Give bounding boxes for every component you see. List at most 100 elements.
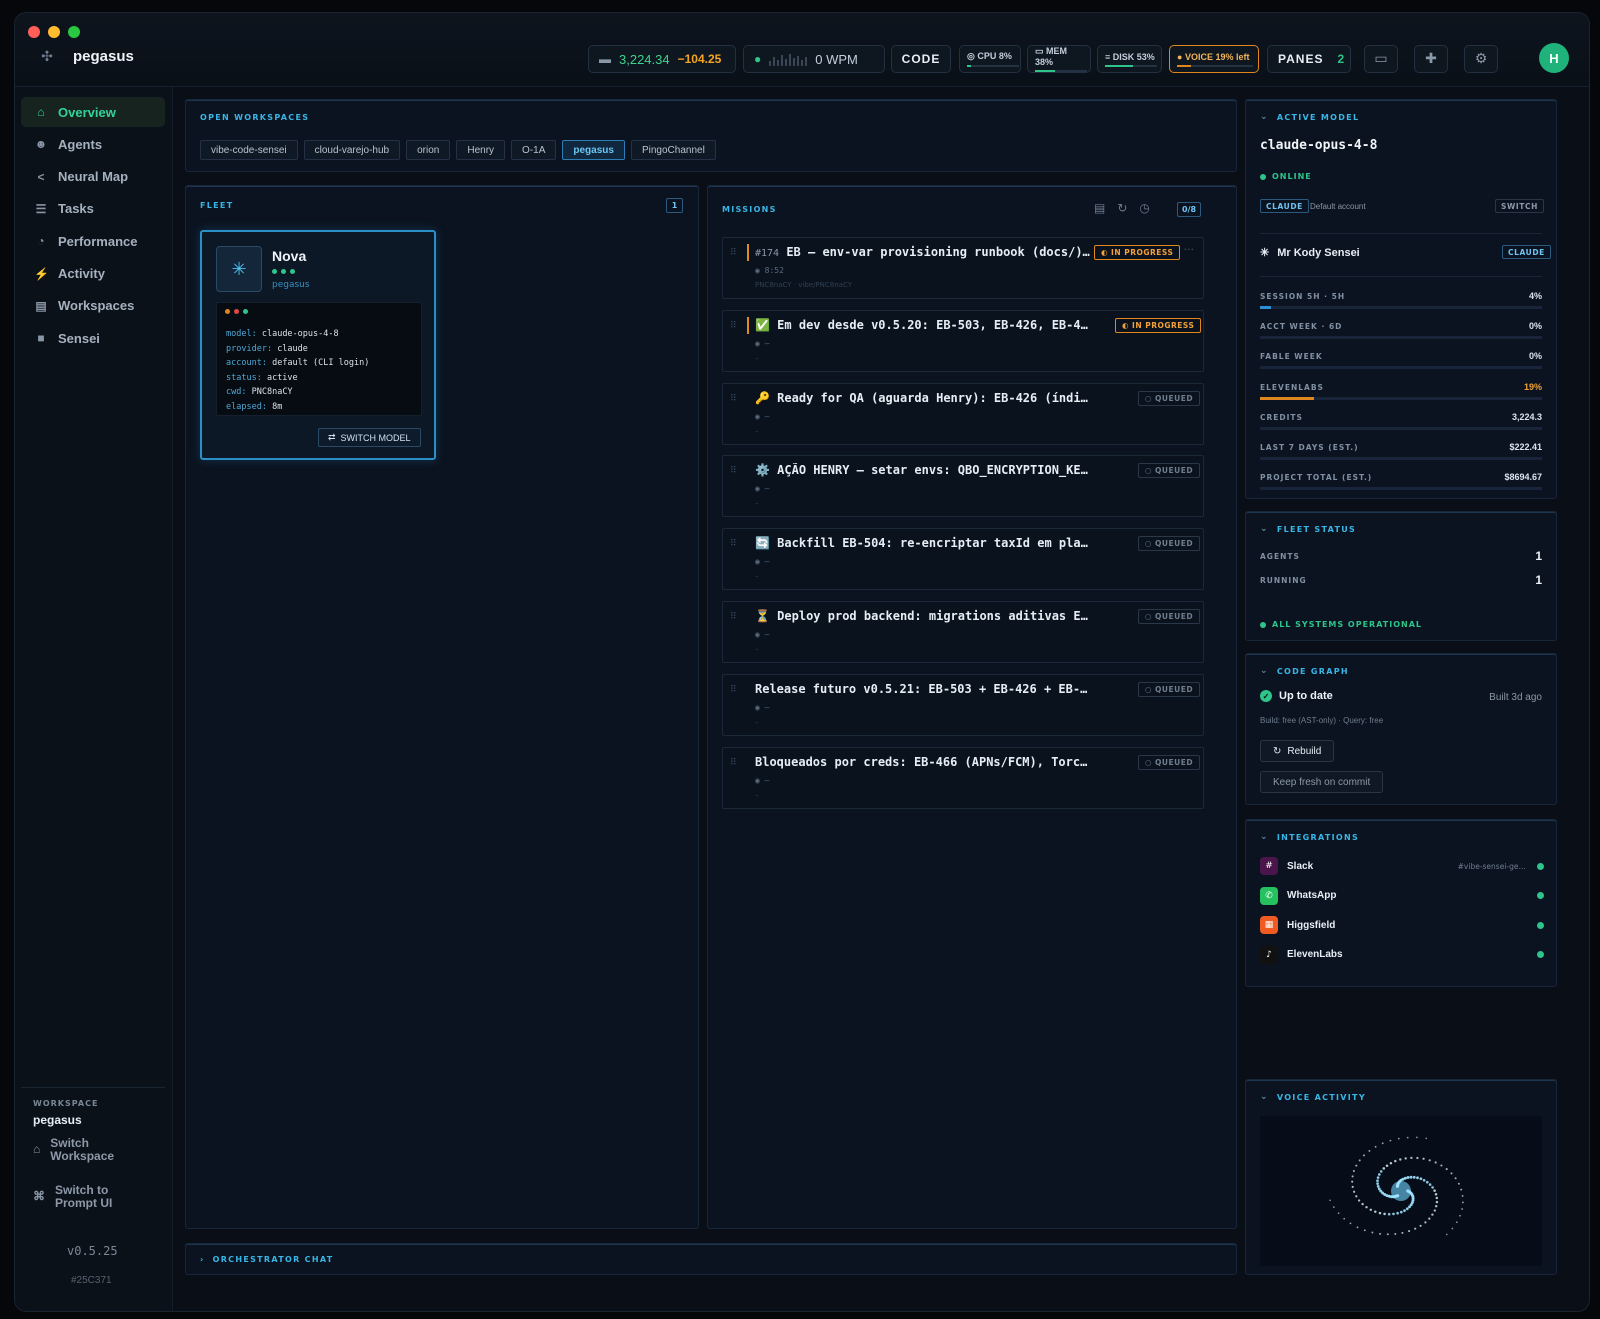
- orchestrator-chat-bar[interactable]: › ORCHESTRATOR CHAT: [185, 1243, 1237, 1275]
- term-status: active: [266, 372, 298, 383]
- switch-account-button[interactable]: SWITCH: [1495, 199, 1544, 213]
- drag-handle-icon[interactable]: ⠿: [730, 248, 737, 258]
- fleet-panel: FLEET 1 ✳ Nova pegasus model: claude-opu…: [185, 185, 699, 1229]
- close-window-button[interactable]: [28, 26, 40, 38]
- sidebar-item-sensei[interactable]: ■ Sensei: [21, 323, 165, 353]
- keep-fresh-button[interactable]: Keep fresh on commit: [1260, 771, 1384, 793]
- galaxy-particle: [1428, 1183, 1432, 1186]
- tab-henry[interactable]: Henry: [456, 140, 506, 160]
- wpm-chip[interactable]: ● 0 WPM: [743, 45, 885, 73]
- active-model-header[interactable]: ⌄ ACTIVE MODEL: [1260, 112, 1359, 122]
- drag-handle-icon[interactable]: ⠿: [730, 466, 737, 476]
- integration-elevenlabs[interactable]: ♪ ElevenLabs: [1260, 945, 1544, 965]
- switch-prompt-ui-button[interactable]: ⌘ Switch to Prompt UI: [33, 1184, 112, 1210]
- divider: [1260, 276, 1542, 277]
- chevron-down-icon: ⌄: [1260, 1092, 1269, 1102]
- voice-activity-header[interactable]: ⌄ VOICE ACTIVITY: [1260, 1092, 1366, 1102]
- move-icon[interactable]: ✣: [39, 49, 55, 65]
- galaxy-particle: [1440, 1164, 1443, 1167]
- drag-handle-icon[interactable]: ⠿: [730, 539, 737, 549]
- tab-vibe-code-sensei[interactable]: vibe-code-sensei: [200, 140, 298, 160]
- panes-button[interactable]: PANES 2: [1267, 45, 1351, 73]
- mission-card[interactable]: ⠿ #174 EB — env-var provisioning runbook …: [722, 237, 1204, 299]
- switch-model-button[interactable]: ⇄ SWITCH MODEL: [318, 428, 421, 447]
- integration-whatsapp[interactable]: ✆ WhatsApp: [1260, 886, 1544, 906]
- integration-slack[interactable]: # Slack #vibe-sensei-ge…: [1260, 856, 1544, 876]
- mission-number: #174: [755, 248, 780, 259]
- galaxy-particle: [1392, 1212, 1395, 1216]
- galaxy-particle: [1368, 1149, 1371, 1152]
- sidebar-item-label: Tasks: [58, 201, 94, 217]
- mission-card[interactable]: ⠿ ✅ Em dev desde v0.5.20: EB-503, EB-426,…: [722, 309, 1204, 372]
- mission-meta: ◉ –: [755, 412, 769, 421]
- agent-card[interactable]: ✳ Nova pegasus model: claude-opus-4-8 pr…: [200, 230, 436, 460]
- rebuild-button[interactable]: ↻ Rebuild: [1260, 740, 1335, 762]
- mission-title-text: 🔑 Ready for QA (aguarda Henry): EB-426 (…: [755, 390, 1093, 405]
- drag-handle-icon[interactable]: ⠿: [730, 758, 737, 768]
- fleet-count: 1: [666, 198, 683, 213]
- tab-pingochannel[interactable]: PingoChannel: [630, 140, 716, 160]
- code-graph-header[interactable]: ⌄ CODE GRAPH: [1260, 666, 1349, 676]
- maximize-window-button[interactable]: [68, 26, 80, 38]
- switch-prompt-label: Switch to Prompt UI: [55, 1183, 113, 1210]
- mission-meta-value: 8:52: [764, 266, 784, 275]
- integration-higgsfield[interactable]: ▦ Higgsfield: [1260, 915, 1544, 935]
- mission-card[interactable]: ⠿ Bloqueados por creds: EB-466 (APNs/FCM)…: [722, 746, 1204, 809]
- galaxy-particle: [1387, 1212, 1391, 1216]
- monitor-icon[interactable]: ▭: [1364, 45, 1398, 73]
- chevron-down-icon: ⌄: [1260, 524, 1269, 534]
- galaxy-particle: [1408, 1205, 1411, 1209]
- integration-name: WhatsApp: [1287, 890, 1337, 901]
- sidebar-item-performance[interactable]: ◔ Performance: [21, 226, 165, 256]
- puzzle-icon[interactable]: ✚: [1414, 45, 1448, 73]
- tab-orion[interactable]: orion: [406, 140, 451, 160]
- cpu-meter: ◎ CPU 8%: [959, 45, 1021, 73]
- sidebar-item-tasks[interactable]: ☰ Tasks: [21, 194, 165, 224]
- app-version: v0.5.25: [67, 1244, 118, 1258]
- active-model-panel: ⌄ ACTIVE MODEL claude-opus-4-8 ONLINE CLA…: [1245, 99, 1557, 499]
- tab-pegasus[interactable]: pegasus: [562, 140, 625, 160]
- galaxy-particle: [1351, 1185, 1354, 1188]
- sidebar-item-agents[interactable]: ☻ Agents: [21, 129, 165, 159]
- mission-card[interactable]: ⠿ Release futuro v0.5.21: EB-503 + EB-426…: [722, 673, 1204, 736]
- voice-meter[interactable]: ● VOICE 19% left: [1169, 45, 1259, 73]
- mission-card[interactable]: ⠿ ⏳ Deploy prod backend: migrations aditi…: [722, 601, 1204, 663]
- usage-fill: [1260, 306, 1272, 309]
- sidebar-item-neural-map[interactable]: < Neural Map: [21, 162, 165, 192]
- sidebar-item-overview[interactable]: ⌂ Overview: [21, 97, 165, 127]
- usage-value: 0%: [1528, 321, 1542, 332]
- sidebar-item-activity[interactable]: ⚡ Activity: [21, 259, 165, 289]
- mission-meta: ◉ –: [755, 484, 769, 493]
- gear-icon[interactable]: ⚙: [1464, 45, 1498, 73]
- galaxy-particle: [1352, 1169, 1355, 1173]
- galaxy-particle: [1371, 1231, 1374, 1234]
- integrations-header[interactable]: ⌄ INTEGRATIONS: [1260, 832, 1359, 842]
- tab-cloud-varejo-hub[interactable]: cloud-varejo-hub: [303, 140, 401, 160]
- drag-handle-icon[interactable]: ⠿: [730, 685, 737, 695]
- mission-card[interactable]: ⠿ 🔑 Ready for QA (aguarda Henry): EB-426 …: [722, 382, 1204, 445]
- credits-chip[interactable]: ▬ 3,224.34 −104.25: [588, 45, 736, 73]
- drag-handle-icon[interactable]: ⠿: [730, 612, 737, 622]
- mic-icon: ●: [1177, 51, 1183, 62]
- fleet-status-header[interactable]: ⌄ FLEET STATUS: [1260, 524, 1356, 534]
- mission-branch: –: [755, 426, 759, 435]
- switch-workspace-button[interactable]: ⌂ Switch Workspace: [33, 1137, 114, 1163]
- progress-indicator: [747, 316, 749, 334]
- more-options-icon[interactable]: ···: [1184, 243, 1195, 256]
- mission-card[interactable]: ⠿ 🔄 Backfill EB-504: re-encriptar taxId e…: [722, 528, 1204, 591]
- galaxy-particle: [1404, 1157, 1407, 1160]
- minimize-window-button[interactable]: [48, 26, 60, 38]
- drag-handle-icon[interactable]: ⠿: [730, 321, 737, 331]
- galaxy-particle: [1435, 1205, 1438, 1208]
- avatar[interactable]: H: [1539, 43, 1569, 73]
- drag-handle-icon[interactable]: ⠿: [730, 394, 737, 404]
- mission-meta-value: –: [764, 484, 770, 494]
- sidebar-item-workspaces[interactable]: ▤ Workspaces: [21, 291, 165, 321]
- code-button[interactable]: CODE: [891, 45, 951, 73]
- archive-icon[interactable]: ▤: [1094, 201, 1105, 215]
- history-icon[interactable]: ◷: [1139, 201, 1149, 215]
- tab-o-1a[interactable]: O-1A: [511, 140, 557, 160]
- integrations-panel: ⌄ INTEGRATIONS # Slack #vibe-sensei-ge… ✆ Wha…: [1245, 819, 1557, 987]
- mission-card[interactable]: ⠿ ⚙️ AÇÃO HENRY — setar envs: QBO_ENCRYPT…: [722, 455, 1204, 518]
- refresh-icon[interactable]: ↻: [1117, 201, 1127, 215]
